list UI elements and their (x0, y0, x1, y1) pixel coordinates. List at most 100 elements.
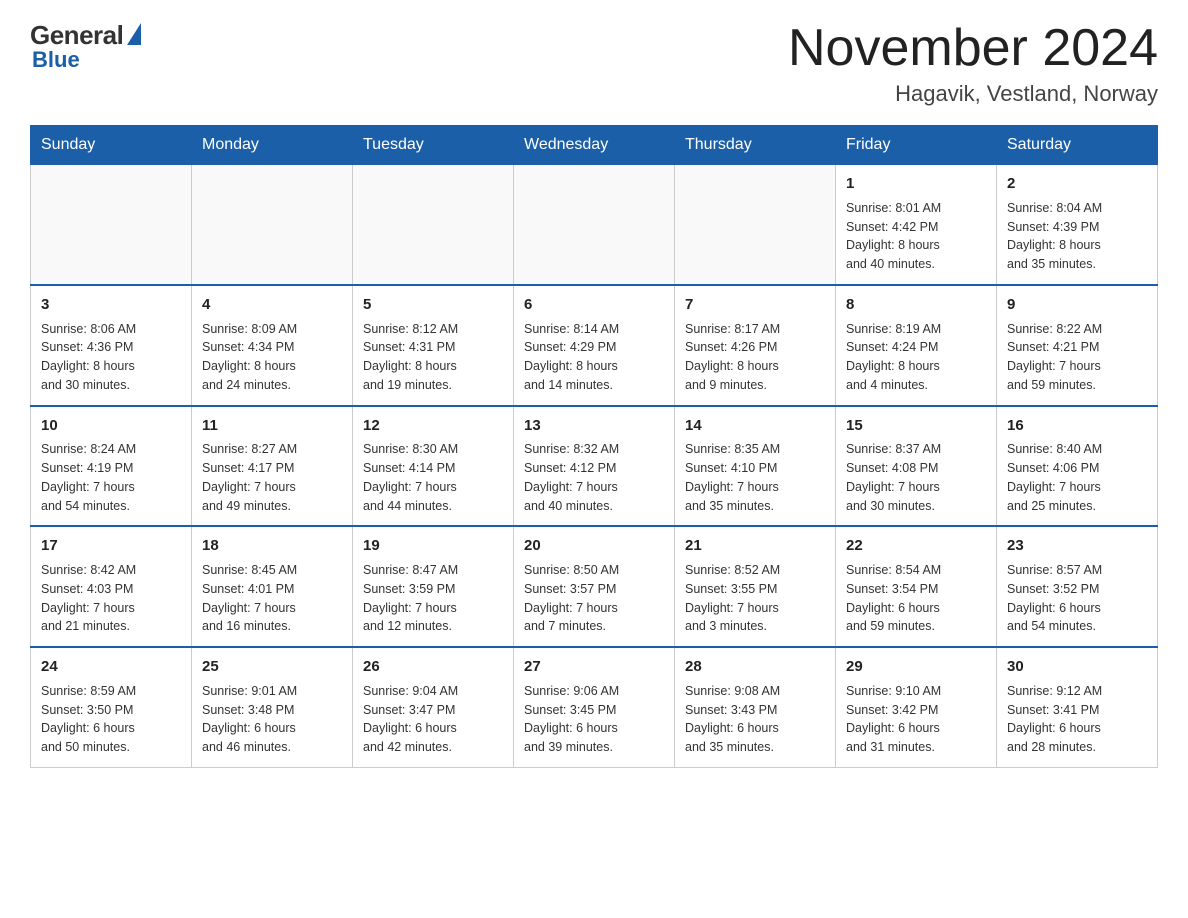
calendar-cell: 17Sunrise: 8:42 AM Sunset: 4:03 PM Dayli… (31, 526, 192, 647)
day-info: Sunrise: 8:27 AM Sunset: 4:17 PM Dayligh… (202, 440, 342, 515)
day-number: 16 (1007, 415, 1147, 437)
weekday-header-thursday: Thursday (675, 126, 836, 165)
weekday-header-row: SundayMondayTuesdayWednesdayThursdayFrid… (31, 126, 1158, 165)
day-number: 4 (202, 294, 342, 316)
day-info: Sunrise: 8:54 AM Sunset: 3:54 PM Dayligh… (846, 561, 986, 636)
day-info: Sunrise: 8:24 AM Sunset: 4:19 PM Dayligh… (41, 440, 181, 515)
day-number: 7 (685, 294, 825, 316)
day-info: Sunrise: 9:06 AM Sunset: 3:45 PM Dayligh… (524, 682, 664, 757)
day-info: Sunrise: 8:12 AM Sunset: 4:31 PM Dayligh… (363, 320, 503, 395)
calendar-cell: 23 Sunrise: 8:57 AM Sunset: 3:52 PM Dayli… (997, 526, 1158, 647)
calendar-cell: 5 Sunrise: 8:12 AM Sunset: 4:31 PM Daylig… (353, 285, 514, 406)
calendar-week-2: 3 Sunrise: 8:06 AM Sunset: 4:36 PM Daylig… (31, 285, 1158, 406)
day-number: 25 (202, 656, 342, 678)
day-number: 8 (846, 294, 986, 316)
weekday-header-sunday: Sunday (31, 126, 192, 165)
calendar-cell: 14 Sunrise: 8:35 AM Sunset: 4:10 PM Dayli… (675, 406, 836, 527)
day-number: 27 (524, 656, 664, 678)
calendar-cell: 20Sunrise: 8:50 AM Sunset: 3:57 PM Dayli… (514, 526, 675, 647)
day-info: Sunrise: 8:19 AM Sunset: 4:24 PM Dayligh… (846, 320, 986, 395)
day-info: Sunrise: 9:12 AM Sunset: 3:41 PM Dayligh… (1007, 682, 1147, 757)
calendar-table: SundayMondayTuesdayWednesdayThursdayFrid… (30, 125, 1158, 768)
calendar-cell: 8 Sunrise: 8:19 AM Sunset: 4:24 PM Daylig… (836, 285, 997, 406)
day-info: Sunrise: 8:22 AM Sunset: 4:21 PM Dayligh… (1007, 320, 1147, 395)
day-info: Sunrise: 8:52 AM Sunset: 3:55 PM Dayligh… (685, 561, 825, 636)
weekday-header-tuesday: Tuesday (353, 126, 514, 165)
day-info: Sunrise: 8:42 AM Sunset: 4:03 PM Dayligh… (41, 561, 181, 636)
day-info: Sunrise: 8:57 AM Sunset: 3:52 PM Dayligh… (1007, 561, 1147, 636)
day-number: 5 (363, 294, 503, 316)
day-number: 23 (1007, 535, 1147, 557)
day-number: 21 (685, 535, 825, 557)
day-number: 22 (846, 535, 986, 557)
calendar-cell (192, 165, 353, 285)
day-number: 28 (685, 656, 825, 678)
day-number: 13 (524, 415, 664, 437)
weekday-header-monday: Monday (192, 126, 353, 165)
calendar-week-4: 17Sunrise: 8:42 AM Sunset: 4:03 PM Dayli… (31, 526, 1158, 647)
calendar-cell (514, 165, 675, 285)
day-info: Sunrise: 8:50 AM Sunset: 3:57 PM Dayligh… (524, 561, 664, 636)
calendar-cell (353, 165, 514, 285)
calendar-cell (675, 165, 836, 285)
day-number: 12 (363, 415, 503, 437)
calendar-cell: 6Sunrise: 8:14 AM Sunset: 4:29 PM Daylig… (514, 285, 675, 406)
day-number: 18 (202, 535, 342, 557)
day-number: 26 (363, 656, 503, 678)
logo-blue-text: Blue (32, 47, 80, 73)
day-number: 3 (41, 294, 181, 316)
day-number: 29 (846, 656, 986, 678)
day-info: Sunrise: 9:10 AM Sunset: 3:42 PM Dayligh… (846, 682, 986, 757)
calendar-cell: 29 Sunrise: 9:10 AM Sunset: 3:42 PM Dayli… (836, 647, 997, 767)
calendar-cell: 9Sunrise: 8:22 AM Sunset: 4:21 PM Daylig… (997, 285, 1158, 406)
day-number: 2 (1007, 173, 1147, 195)
page-header: General Blue November 2024 Hagavik, Vest… (30, 20, 1158, 107)
day-info: Sunrise: 8:35 AM Sunset: 4:10 PM Dayligh… (685, 440, 825, 515)
calendar-cell: 1 Sunrise: 8:01 AM Sunset: 4:42 PM Daylig… (836, 165, 997, 285)
weekday-header-saturday: Saturday (997, 126, 1158, 165)
day-number: 30 (1007, 656, 1147, 678)
calendar-cell: 15 Sunrise: 8:37 AM Sunset: 4:08 PM Dayli… (836, 406, 997, 527)
calendar-cell: 28 Sunrise: 9:08 AM Sunset: 3:43 PM Dayli… (675, 647, 836, 767)
day-info: Sunrise: 8:40 AM Sunset: 4:06 PM Dayligh… (1007, 440, 1147, 515)
calendar-cell: 25 Sunrise: 9:01 AM Sunset: 3:48 PM Dayli… (192, 647, 353, 767)
day-info: Sunrise: 8:37 AM Sunset: 4:08 PM Dayligh… (846, 440, 986, 515)
day-number: 10 (41, 415, 181, 437)
day-number: 14 (685, 415, 825, 437)
day-info: Sunrise: 8:09 AM Sunset: 4:34 PM Dayligh… (202, 320, 342, 395)
calendar-cell: 2 Sunrise: 8:04 AM Sunset: 4:39 PM Daylig… (997, 165, 1158, 285)
calendar-cell: 26Sunrise: 9:04 AM Sunset: 3:47 PM Dayli… (353, 647, 514, 767)
day-info: Sunrise: 9:08 AM Sunset: 3:43 PM Dayligh… (685, 682, 825, 757)
day-info: Sunrise: 8:14 AM Sunset: 4:29 PM Dayligh… (524, 320, 664, 395)
weekday-header-wednesday: Wednesday (514, 126, 675, 165)
logo: General Blue (30, 20, 141, 73)
calendar-cell: 3 Sunrise: 8:06 AM Sunset: 4:36 PM Daylig… (31, 285, 192, 406)
calendar-cell (31, 165, 192, 285)
calendar-cell: 10 Sunrise: 8:24 AM Sunset: 4:19 PM Dayli… (31, 406, 192, 527)
month-title: November 2024 (788, 20, 1158, 77)
calendar-cell: 24 Sunrise: 8:59 AM Sunset: 3:50 PM Dayli… (31, 647, 192, 767)
calendar-cell: 16 Sunrise: 8:40 AM Sunset: 4:06 PM Dayli… (997, 406, 1158, 527)
calendar-cell: 4 Sunrise: 8:09 AM Sunset: 4:34 PM Daylig… (192, 285, 353, 406)
day-info: Sunrise: 8:59 AM Sunset: 3:50 PM Dayligh… (41, 682, 181, 757)
logo-triangle-icon (127, 23, 141, 45)
calendar-cell: 22 Sunrise: 8:54 AM Sunset: 3:54 PM Dayli… (836, 526, 997, 647)
location-title: Hagavik, Vestland, Norway (788, 81, 1158, 107)
day-number: 1 (846, 173, 986, 195)
day-number: 11 (202, 415, 342, 437)
calendar-week-1: 1 Sunrise: 8:01 AM Sunset: 4:42 PM Daylig… (31, 165, 1158, 285)
calendar-week-5: 24 Sunrise: 8:59 AM Sunset: 3:50 PM Dayli… (31, 647, 1158, 767)
calendar-cell: 27 Sunrise: 9:06 AM Sunset: 3:45 PM Dayli… (514, 647, 675, 767)
calendar-cell: 30 Sunrise: 9:12 AM Sunset: 3:41 PM Dayli… (997, 647, 1158, 767)
day-info: Sunrise: 9:01 AM Sunset: 3:48 PM Dayligh… (202, 682, 342, 757)
calendar-cell: 21 Sunrise: 8:52 AM Sunset: 3:55 PM Dayli… (675, 526, 836, 647)
day-number: 19 (363, 535, 503, 557)
day-number: 24 (41, 656, 181, 678)
calendar-cell: 7Sunrise: 8:17 AM Sunset: 4:26 PM Daylig… (675, 285, 836, 406)
day-number: 15 (846, 415, 986, 437)
day-info: Sunrise: 8:04 AM Sunset: 4:39 PM Dayligh… (1007, 199, 1147, 274)
calendar-week-3: 10 Sunrise: 8:24 AM Sunset: 4:19 PM Dayli… (31, 406, 1158, 527)
day-info: Sunrise: 8:06 AM Sunset: 4:36 PM Dayligh… (41, 320, 181, 395)
day-info: Sunrise: 8:32 AM Sunset: 4:12 PM Dayligh… (524, 440, 664, 515)
day-info: Sunrise: 8:01 AM Sunset: 4:42 PM Dayligh… (846, 199, 986, 274)
